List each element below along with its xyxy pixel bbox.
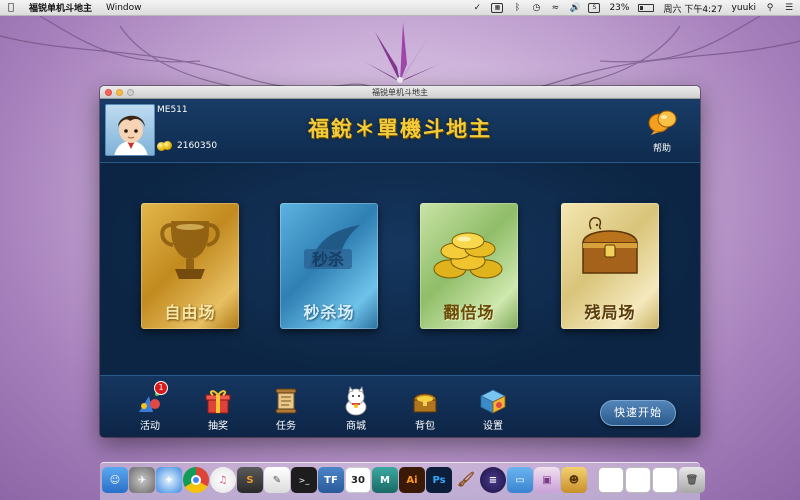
bottom-nav: 1 活动 抽奖 任务 商城 背包 设置 快速开始 (100, 375, 700, 437)
battery-icon[interactable] (638, 4, 655, 12)
trash-icon[interactable]: 🗑 (679, 467, 705, 493)
nav-settings[interactable]: 设置 (473, 386, 513, 432)
gift-icon (203, 386, 233, 416)
illustrator-icon[interactable]: Ai (399, 467, 425, 493)
maya-icon[interactable]: M (372, 467, 398, 493)
game-icon[interactable]: ☻ (561, 467, 587, 493)
quick-start-button[interactable]: 快速开始 (600, 400, 676, 426)
nav-shop-label: 商城 (346, 421, 366, 432)
wallpaper-flower (365, 22, 440, 83)
dock: ☺ ✈ ✦ ♫ S ✎ >_ TF 30 M Ai Ps 🖌 ≡ ▭ ▣ ☻ 🗑 (100, 462, 705, 500)
scroll-icon (271, 386, 301, 416)
mode-card-free-label: 自由场 (164, 303, 216, 322)
preview-icon[interactable]: ▣ (534, 467, 560, 493)
nav-lottery-label: 抽奖 (208, 421, 228, 432)
checkmark-status-icon[interactable]: ✓ (472, 3, 482, 13)
wifi-icon[interactable]: ≈ (550, 3, 560, 13)
brush-icon[interactable]: 🖌 (453, 467, 479, 493)
apple-menu-icon[interactable]:  (0, 2, 22, 13)
itunes-icon[interactable]: ♫ (210, 467, 236, 493)
gold-coins-icon (433, 232, 503, 279)
settings-box-icon (478, 386, 508, 416)
help-icon (648, 110, 677, 135)
notification-center-icon[interactable]: ☰ (784, 3, 794, 13)
lucky-cat-icon (341, 386, 371, 416)
finder-icon[interactable]: ☺ (102, 467, 128, 493)
window-title: 福锐单机斗地主 (372, 87, 428, 97)
terminal-icon[interactable]: >_ (291, 467, 317, 493)
game-area: ME511 2160350 福銳＊單機斗地主 帮助 自由场 秒杀 秒杀场 翻倍场… (100, 99, 700, 437)
nav-tasks-label: 任务 (276, 421, 296, 432)
nav-bag-label: 背包 (415, 421, 435, 432)
game-header: ME511 2160350 福銳＊單機斗地主 帮助 (100, 99, 700, 163)
flash-kill-icon: 秒杀 (304, 225, 360, 269)
finder-window-icon[interactable] (598, 467, 624, 493)
nav-tasks[interactable]: 任务 (266, 386, 306, 432)
nav-lottery[interactable]: 抽奖 (198, 386, 238, 432)
help-button[interactable]: 帮助 (642, 109, 682, 154)
illustrator-label: Ai (406, 474, 418, 486)
display-status-icon[interactable]: ▦ (491, 3, 504, 13)
chrome-icon[interactable] (183, 467, 209, 493)
mode-card-endgame[interactable]: 残局场 (561, 203, 659, 329)
game-window: 福锐单机斗地主 ME511 2160350 福銳＊單機斗地主 帮助 自由场 秒杀… (100, 86, 700, 437)
menubar:  福锐单机斗地主 Window ✓ ▦ ᛒ ◷ ≈ 🔊 S 23% 周六 下午… (0, 0, 800, 16)
menu-window[interactable]: Window (99, 3, 149, 13)
photoshop-label: Ps (432, 474, 446, 486)
calendar-icon[interactable]: 30 (345, 467, 371, 493)
svg-text:秒杀: 秒杀 (312, 250, 344, 269)
nav-shop[interactable]: 商城 (336, 386, 376, 432)
clock[interactable]: 周六 下午4:27 (663, 2, 722, 15)
mode-card-double-label: 翻倍场 (443, 303, 495, 322)
mode-card-flash[interactable]: 秒杀 秒杀场 (280, 203, 378, 329)
activity-icon: 1 (135, 381, 168, 416)
help-label: 帮助 (652, 144, 671, 154)
nav-activity[interactable]: 1 活动 (130, 381, 170, 432)
nav-bag[interactable]: 背包 (405, 386, 445, 432)
folder-icon[interactable]: ▭ (507, 467, 533, 493)
calendar-day: 30 (351, 474, 365, 486)
mode-card-free[interactable]: 自由场 (141, 203, 239, 329)
treasure-chest-icon (582, 217, 638, 274)
window-titlebar[interactable]: 福锐单机斗地主 (100, 86, 700, 99)
tf-icon[interactable]: TF (318, 467, 344, 493)
volume-icon[interactable]: 🔊 (569, 3, 580, 13)
launchpad-icon[interactable]: ✈ (129, 467, 155, 493)
s-app-status-icon[interactable]: S (588, 3, 601, 13)
bluetooth-icon[interactable]: ᛒ (512, 3, 522, 13)
mode-selection: 自由场 秒杀 秒杀场 翻倍场 残局场 (100, 163, 700, 375)
time-machine-icon[interactable]: ◷ (531, 3, 541, 13)
eclipse-icon[interactable]: ≡ (480, 467, 506, 493)
battery-percent: 23% (609, 3, 630, 13)
photoshop-icon[interactable]: Ps (426, 467, 452, 493)
textedit-icon[interactable]: ✎ (264, 467, 290, 493)
nav-settings-label: 设置 (483, 421, 503, 432)
menu-app-name[interactable]: 福锐单机斗地主 (22, 1, 99, 14)
mode-card-double[interactable]: 翻倍场 (420, 203, 518, 329)
game-title: 福銳＊單機斗地主 (308, 116, 492, 141)
chest-bag-icon (410, 386, 440, 416)
mode-card-endgame-label: 残局场 (584, 303, 636, 322)
menubar-status-area: ✓ ▦ ᛒ ◷ ≈ 🔊 S 23% 周六 下午4:27 yuuki ⚲ ☰ (472, 0, 794, 16)
nav-activity-label: 活动 (140, 421, 160, 432)
safari-icon[interactable]: ✦ (156, 467, 182, 493)
spotlight-icon[interactable]: ⚲ (765, 3, 775, 13)
dock-icons: ☺ ✈ ✦ ♫ S ✎ >_ TF 30 M Ai Ps 🖌 ≡ ▭ ▣ ☻ 🗑 (102, 467, 705, 497)
activity-badge: 1 (154, 381, 168, 395)
finder-window-icon-2[interactable] (625, 467, 651, 493)
user-menu[interactable]: yuuki (732, 3, 756, 13)
mode-card-flash-label: 秒杀场 (303, 303, 355, 322)
trophy-icon (160, 221, 220, 279)
finder-window-icon-3[interactable] (652, 467, 678, 493)
sublime-icon[interactable]: S (237, 467, 263, 493)
